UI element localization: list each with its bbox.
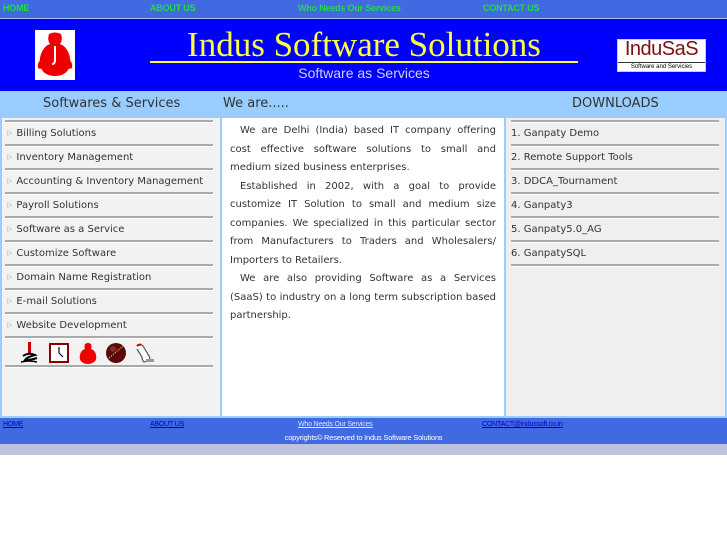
indusas-logo-tagline: Software and Servicies xyxy=(618,62,705,72)
download-item[interactable]: 4. Ganpaty3 xyxy=(511,195,719,216)
indusas-logo-text: InduSaS xyxy=(624,38,699,60)
services-column: ▷ Billing Solutions ▷ Inventory Management… xyxy=(2,118,220,416)
menu-item-email[interactable]: ▷ E-mail Solutions xyxy=(5,291,213,312)
triangle-right-icon: ▷ xyxy=(7,249,13,257)
menu-item-customize[interactable]: ▷ Customize Software xyxy=(5,243,213,264)
site-title: Indus Software Solutions xyxy=(187,25,541,64)
download-item[interactable]: 5. Ganpaty5.0_AG xyxy=(511,219,719,240)
nav-contact-link[interactable]: CONTACT US xyxy=(483,3,540,13)
triangle-right-icon: ▷ xyxy=(7,177,13,185)
menu-item-label: Billing Solutions xyxy=(16,128,97,139)
menu-item-label: Payroll Solutions xyxy=(16,200,99,211)
menu-item-label: Software as a Service xyxy=(16,224,125,235)
downloads-list: 1. Ganpaty Demo 2. Remote Support Tools … xyxy=(511,120,719,267)
top-nav: HOME ABOUT US Who Needs Our Services CON… xyxy=(0,0,727,19)
menu-item-payroll[interactable]: ▷ Payroll Solutions xyxy=(5,195,213,216)
about-paragraph: Established in 2002, with a goal to prov… xyxy=(230,180,496,266)
download-item[interactable]: 3. DDCA_Tournament xyxy=(511,171,719,192)
about-paragraph: We are also providing Software as a Serv… xyxy=(230,273,496,321)
menu-item-label: Website Development xyxy=(16,320,127,331)
menu-item-billing[interactable]: ▷ Billing Solutions xyxy=(5,123,213,144)
banner: Indus Software Solutions Software as Ser… xyxy=(0,19,727,91)
indusas-logo: InduSaS Software and Servicies xyxy=(617,38,706,72)
copyright-text: copyrights© Reserved to Indus Software S… xyxy=(284,433,443,442)
site-subtitle: Software as Services xyxy=(298,65,430,81)
heading-downloads: DOWNLOADS xyxy=(572,96,659,111)
footer-strip xyxy=(0,444,727,455)
triangle-right-icon: ▷ xyxy=(7,153,13,161)
about-paragraph: We are Delhi (India) based IT company of… xyxy=(230,125,496,173)
nav-home-link[interactable]: HOME xyxy=(3,3,29,13)
triangle-right-icon: ▷ xyxy=(7,273,13,281)
triangle-right-icon: ▷ xyxy=(7,297,13,305)
heading-we-are: We are..... xyxy=(223,96,289,111)
divider xyxy=(5,365,213,368)
nav-about-link[interactable]: ABOUT US xyxy=(150,3,196,13)
partner-icons xyxy=(5,339,213,365)
footer-contact-email-link[interactable]: CONTACT@indussoft.co.in xyxy=(482,421,563,428)
triangle-right-icon: ▷ xyxy=(7,321,13,329)
services-menu: ▷ Billing Solutions ▷ Inventory Management… xyxy=(5,120,213,368)
hand-pointer-icon[interactable] xyxy=(134,342,156,364)
menu-item-label: Inventory Management xyxy=(16,152,134,163)
ganesh-logo-icon xyxy=(35,30,75,80)
menu-item-accounting[interactable]: ▷ Accounting & Inventory Management xyxy=(5,171,213,192)
menu-item-domain[interactable]: ▷ Domain Name Registration xyxy=(5,267,213,288)
menu-item-inventory[interactable]: ▷ Inventory Management xyxy=(5,147,213,168)
download-item[interactable]: 2. Remote Support Tools xyxy=(511,147,719,168)
triangle-right-icon: ▷ xyxy=(7,225,13,233)
cricket-ball-icon[interactable] xyxy=(105,342,127,364)
title-underline xyxy=(150,61,578,63)
nav-who-needs-link[interactable]: Who Needs Our Services xyxy=(298,3,401,13)
about-text: We are Delhi (India) based IT company of… xyxy=(230,122,496,326)
triangle-right-icon: ▷ xyxy=(7,129,13,137)
download-item[interactable]: 6. GanpatySQL xyxy=(511,243,719,264)
ganesh-icon[interactable] xyxy=(77,342,99,364)
download-item[interactable]: 1. Ganpaty Demo xyxy=(511,123,719,144)
menu-item-label: Customize Software xyxy=(16,248,117,259)
menu-item-website[interactable]: ▷ Website Development xyxy=(5,315,213,336)
footer: HOME ABOUT US Who Needs Our Services CON… xyxy=(0,418,727,444)
menu-item-label: Domain Name Registration xyxy=(16,272,152,283)
section-headings: Softwares & Services We are..... DOWNLOA… xyxy=(0,91,727,118)
clock-icon[interactable] xyxy=(48,342,70,364)
menu-item-label: E-mail Solutions xyxy=(16,296,97,307)
menu-item-label: Accounting & Inventory Management xyxy=(16,176,204,187)
signature-logo-icon[interactable] xyxy=(19,342,41,364)
triangle-right-icon: ▷ xyxy=(7,201,13,209)
divider xyxy=(511,264,719,267)
downloads-column: 1. Ganpaty Demo 2. Remote Support Tools … xyxy=(506,118,725,416)
footer-about-link[interactable]: ABOUT US xyxy=(150,421,184,428)
footer-home-link[interactable]: HOME xyxy=(3,421,23,428)
about-column: We are Delhi (India) based IT company of… xyxy=(222,118,504,416)
menu-item-saas[interactable]: ▷ Software as a Service xyxy=(5,219,213,240)
footer-who-needs-link[interactable]: Who Needs Our Services xyxy=(298,421,373,428)
heading-softwares-services: Softwares & Services xyxy=(43,96,181,111)
